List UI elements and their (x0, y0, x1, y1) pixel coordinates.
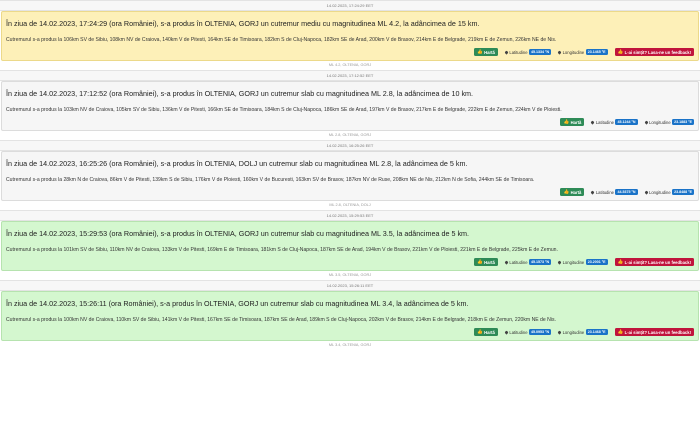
event-distances: Cutremurul s-a produs la 101km SV de Sib… (6, 247, 558, 253)
event-distances: Cutremurul s-a produs la 106km SV de Sib… (6, 37, 557, 43)
latitude-value: 45.1573 °N (529, 259, 552, 265)
longitude-value: 23.1883 °E (672, 119, 694, 125)
map-pin-icon (557, 329, 562, 335)
thumbs-up-icon: 👍 (477, 328, 483, 334)
map-pin-icon (643, 189, 649, 195)
event-headline: În ziua de 14.02.2023, 16:25:26 (ora Rom… (6, 159, 468, 168)
felt-feedback-button[interactable]: 👍 L-ai simțit? Lasa-ne un feedback! (614, 258, 694, 266)
event-timestamp: 14.02.2023, 17:24:29 EET (0, 0, 700, 11)
map-pin-icon (643, 119, 649, 125)
longitude-field: Longitudine 23.2001 °E (557, 259, 608, 265)
thumbs-up-icon: 👍 (617, 328, 624, 334)
longitude-value: 23.2001 °E (585, 259, 608, 265)
latitude-field: Latitudine 45.0953 °N (504, 329, 552, 335)
map-pin-icon (557, 259, 562, 265)
event-headline: În ziua de 14.02.2023, 15:26:11 (ora Rom… (6, 299, 469, 308)
earthquake-feed: 14.02.2023, 17:24:29 EET În ziua de 14.0… (0, 0, 700, 350)
latitude-field: Latitudine 45.1334 °N (504, 49, 552, 55)
event-card: În ziua de 14.02.2023, 17:24:29 (ora Rom… (1, 11, 699, 61)
event-headline: În ziua de 14.02.2023, 15:29:53 (ora Rom… (6, 229, 470, 238)
map-pin-icon (590, 119, 595, 125)
event-timestamp: 14.02.2023, 16:25:26 EET (0, 140, 700, 151)
longitude-value: 23.8488 °E (672, 189, 694, 195)
event-tag: ML 2.8, OLTENIA, DOLJ (329, 203, 371, 207)
longitude-field: Longitudine 23.1465 °E (557, 49, 608, 55)
event-tag: ML 4.2, OLTENIA, GORJ (328, 63, 372, 67)
longitude-field: Longitudine 23.1468 °E (557, 329, 608, 335)
latitude-field: Latitudine 44.5375 °N (590, 189, 638, 195)
map-button[interactable]: 👍 Hartă (474, 328, 498, 336)
event-tag: ML 3.4, OLTENIA, GORJ (328, 343, 372, 347)
event-headline: În ziua de 14.02.2023, 17:12:52 (ora Rom… (6, 89, 474, 98)
event-tag: ML 3.5, OLTENIA, GORJ (328, 273, 372, 277)
map-pin-icon (557, 49, 562, 55)
event-actions: 👍 Hartă Latitudine 45.1573 °N Longitudine 2… (6, 257, 694, 267)
latitude-value: 44.5375 °N (615, 189, 638, 195)
latitude-value: 45.0953 °N (529, 329, 552, 335)
longitude-value: 23.1468 °E (585, 329, 608, 335)
felt-feedback-button[interactable]: 👍 L-ai simțit? Lasa-ne un feedback! (614, 328, 694, 336)
felt-feedback-button[interactable]: 👍 L-ai simțit? Lasa-ne un feedback! (614, 48, 694, 56)
event-card: În ziua de 14.02.2023, 15:26:11 (ora Rom… (1, 291, 699, 341)
longitude-value: 23.1465 °E (585, 49, 608, 55)
latitude-field: Latitudine 45.1573 °N (504, 259, 552, 265)
event-actions: 👍 Hartă Latitudine 45.1334 °N Longitudine 2… (6, 47, 694, 57)
event-card: În ziua de 14.02.2023, 16:25:26 (ora Rom… (1, 151, 699, 201)
event-actions: 👍 Hartă Latitudine 45.1244 °N Longitudine 2… (6, 117, 694, 127)
map-button[interactable]: 👍 Hartă (560, 118, 585, 126)
event-tag: ML 2.8, OLTENIA, GORJ (328, 133, 372, 137)
event-distances: Cutremurul s-a produs la 103km NV de Cra… (6, 107, 562, 113)
event-card: În ziua de 14.02.2023, 17:12:52 (ora Rom… (1, 81, 699, 131)
thumbs-up-icon: 👍 (617, 258, 624, 264)
map-pin-icon (504, 49, 509, 55)
map-button[interactable]: 👍 Hartă (560, 188, 585, 196)
latitude-value: 45.1244 °N (615, 119, 638, 125)
map-button[interactable]: 👍 Hartă (474, 258, 498, 266)
event-actions: 👍 Hartă Latitudine 45.0953 °N Longitudine 2… (6, 327, 694, 337)
event-timestamp: 14.02.2023, 15:26:11 EET (0, 280, 700, 291)
thumbs-up-icon: 👍 (477, 48, 483, 54)
event-distances: Cutremurul s-a produs la 28km N de Craio… (6, 177, 535, 183)
latitude-field: Latitudine 45.1244 °N (590, 119, 638, 125)
thumbs-up-icon: 👍 (617, 48, 624, 54)
map-pin-icon (504, 259, 509, 265)
thumbs-up-icon: 👍 (477, 258, 483, 264)
event-timestamp: 14.02.2023, 17:12:52 EET (0, 70, 700, 81)
map-button[interactable]: 👍 Hartă (474, 48, 498, 56)
event-distances: Cutremurul s-a produs la 100km NV de Cra… (6, 317, 556, 323)
event-headline: În ziua de 14.02.2023, 17:24:29 (ora Rom… (6, 19, 480, 28)
thumbs-up-icon: 👍 (563, 118, 570, 124)
event-card: În ziua de 14.02.2023, 15:29:53 (ora Rom… (1, 221, 699, 271)
event-timestamp: 14.02.2023, 15:29:53 EET (0, 210, 700, 221)
map-pin-icon (590, 189, 595, 195)
map-pin-icon (504, 329, 509, 335)
event-actions: 👍 Hartă Latitudine 44.5375 °N Longitudine 2… (6, 187, 694, 197)
latitude-value: 45.1334 °N (529, 49, 552, 55)
longitude-field: Longitudine 23.8488 °E (643, 189, 694, 195)
longitude-field: Longitudine 23.1883 °E (643, 119, 694, 125)
thumbs-up-icon: 👍 (563, 188, 570, 194)
